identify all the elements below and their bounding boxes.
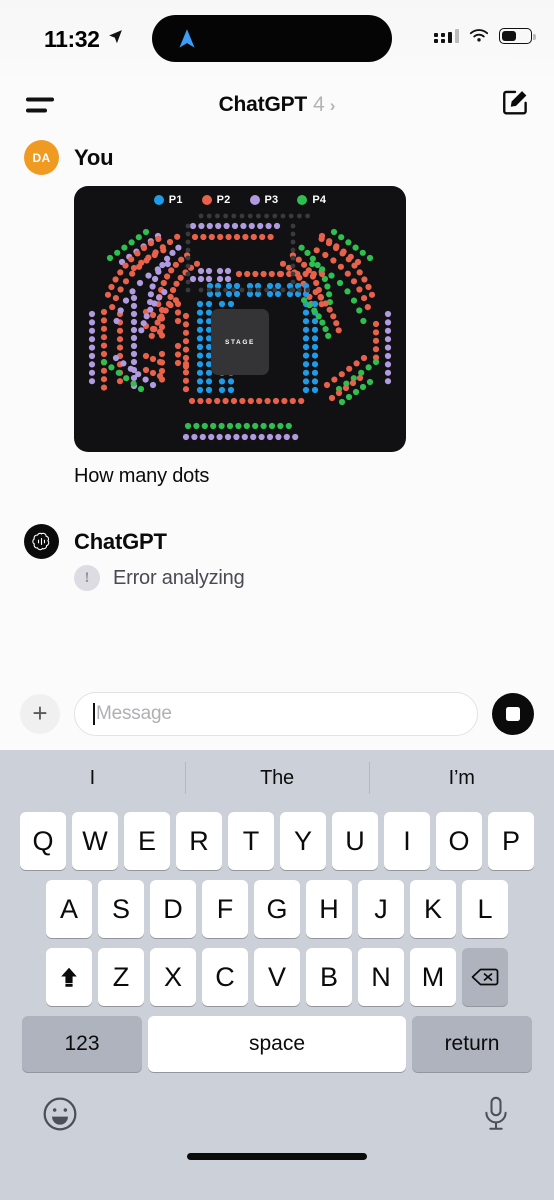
stop-square-icon bbox=[506, 707, 520, 721]
status-time: 11:32 bbox=[44, 26, 100, 52]
key-l[interactable]: L bbox=[462, 880, 508, 938]
sender-name: ChatGPT bbox=[74, 528, 167, 554]
key-f[interactable]: F bbox=[202, 880, 248, 938]
assistant-message: ChatGPT ! Error analyzing bbox=[0, 524, 554, 591]
key-b[interactable]: B bbox=[306, 948, 352, 1006]
backspace-icon bbox=[471, 968, 499, 986]
key-j[interactable]: J bbox=[358, 880, 404, 938]
user-message-body: P1 P2 P3 P4 STAGE How many dots bbox=[74, 186, 534, 488]
status-indicators bbox=[434, 28, 536, 44]
nav-bar: ChatGPT 4 › bbox=[0, 74, 554, 136]
key-v[interactable]: V bbox=[254, 948, 300, 1006]
battery-icon bbox=[499, 28, 536, 44]
backspace-key[interactable] bbox=[462, 948, 508, 1006]
return-key[interactable]: return bbox=[412, 1016, 532, 1072]
dictation-key[interactable] bbox=[478, 1094, 514, 1139]
shift-key[interactable] bbox=[46, 948, 92, 1006]
add-attachment-button[interactable]: + bbox=[20, 694, 60, 734]
dynamic-island[interactable] bbox=[152, 15, 392, 62]
user-message-text: How many dots bbox=[74, 465, 210, 487]
stop-generating-button[interactable] bbox=[492, 693, 534, 735]
exclamation-icon: ! bbox=[74, 565, 100, 591]
compose-icon[interactable] bbox=[500, 88, 530, 123]
user-message-header: DA You bbox=[20, 140, 534, 175]
key-h[interactable]: H bbox=[306, 880, 352, 938]
key-s[interactable]: S bbox=[98, 880, 144, 938]
keyboard-bottom-bar bbox=[0, 1078, 554, 1178]
attachment-image[interactable]: P1 P2 P3 P4 STAGE bbox=[74, 186, 534, 452]
navigation-arrow-icon bbox=[174, 26, 200, 57]
key-p[interactable]: P bbox=[488, 812, 534, 870]
error-message-text: Error analyzing bbox=[113, 566, 245, 589]
wifi-icon bbox=[469, 29, 489, 42]
page-title[interactable]: ChatGPT 4 › bbox=[219, 93, 336, 117]
key-n[interactable]: N bbox=[358, 948, 404, 1006]
key-x[interactable]: X bbox=[150, 948, 196, 1006]
stage-block: STAGE bbox=[211, 309, 269, 375]
prediction-the[interactable]: The bbox=[185, 767, 370, 790]
emoji-smiley-icon bbox=[43, 1097, 77, 1131]
chevron-right-icon: › bbox=[329, 96, 336, 115]
shift-arrow-icon bbox=[61, 967, 77, 987]
openai-logo-icon bbox=[24, 524, 59, 559]
key-e[interactable]: E bbox=[124, 812, 170, 870]
space-key[interactable]: space bbox=[148, 1016, 406, 1072]
key-r[interactable]: R bbox=[176, 812, 222, 870]
key-u[interactable]: U bbox=[332, 812, 378, 870]
key-q[interactable]: Q bbox=[20, 812, 66, 870]
key-a[interactable]: A bbox=[46, 880, 92, 938]
keyboard-row-3: ZXCVBNM bbox=[0, 942, 554, 1012]
stage-label: STAGE bbox=[225, 338, 255, 346]
home-indicator bbox=[187, 1153, 367, 1160]
error-status: ! Error analyzing bbox=[74, 565, 534, 591]
sidebar-toggle-icon[interactable] bbox=[18, 90, 62, 121]
keyboard-row-4: 123 space return bbox=[0, 1010, 554, 1078]
key-w[interactable]: W bbox=[72, 812, 118, 870]
keyboard-row-1: QWERTYUIOP bbox=[0, 806, 554, 876]
assistant-message-header: ChatGPT bbox=[20, 524, 534, 559]
keyboard-row-2: ASDFGHJKL bbox=[0, 874, 554, 944]
message-input[interactable]: Message bbox=[74, 692, 478, 736]
prediction-i[interactable]: I bbox=[0, 767, 185, 790]
location-arrow-icon bbox=[107, 28, 124, 50]
key-c[interactable]: C bbox=[202, 948, 248, 1006]
text-caret bbox=[93, 703, 95, 725]
user-message: DA You P1 P2 P3 P4 STAGE How many dots bbox=[0, 140, 554, 488]
key-o[interactable]: O bbox=[436, 812, 482, 870]
conversation-area: DA You P1 P2 P3 P4 STAGE How many dots C… bbox=[0, 136, 554, 678]
key-g[interactable]: G bbox=[254, 880, 300, 938]
avatar[interactable]: DA bbox=[24, 140, 59, 175]
predictive-text-bar: I The I’m bbox=[0, 750, 554, 806]
microphone-icon bbox=[485, 1096, 507, 1130]
key-y[interactable]: Y bbox=[280, 812, 326, 870]
key-d[interactable]: D bbox=[150, 880, 196, 938]
plus-icon: + bbox=[32, 697, 48, 728]
numbers-key[interactable]: 123 bbox=[22, 1016, 142, 1072]
prediction-im[interactable]: I’m bbox=[369, 767, 554, 790]
key-z[interactable]: Z bbox=[98, 948, 144, 1006]
seating-chart[interactable]: P1 P2 P3 P4 STAGE bbox=[74, 186, 406, 452]
key-i[interactable]: I bbox=[384, 812, 430, 870]
cellular-signal-icon bbox=[434, 29, 459, 43]
emoji-key[interactable] bbox=[40, 1094, 80, 1139]
composer-bar: + Message bbox=[0, 678, 554, 750]
sender-name: You bbox=[74, 144, 114, 170]
key-k[interactable]: K bbox=[410, 880, 456, 938]
model-version: 4 bbox=[313, 93, 325, 116]
status-bar: 11:32 bbox=[0, 0, 554, 74]
onscreen-keyboard: I The I’m QWERTYUIOP ASDFGHJKL ZXCVBNM 1… bbox=[0, 750, 554, 1200]
phone-screen: 11:32 ChatGPT 4 › DA You P1 P2 P3 P4 STA… bbox=[0, 0, 554, 1200]
app-title: ChatGPT bbox=[218, 93, 308, 116]
key-m[interactable]: M bbox=[410, 948, 456, 1006]
key-t[interactable]: T bbox=[228, 812, 274, 870]
message-input-placeholder: Message bbox=[96, 703, 172, 724]
